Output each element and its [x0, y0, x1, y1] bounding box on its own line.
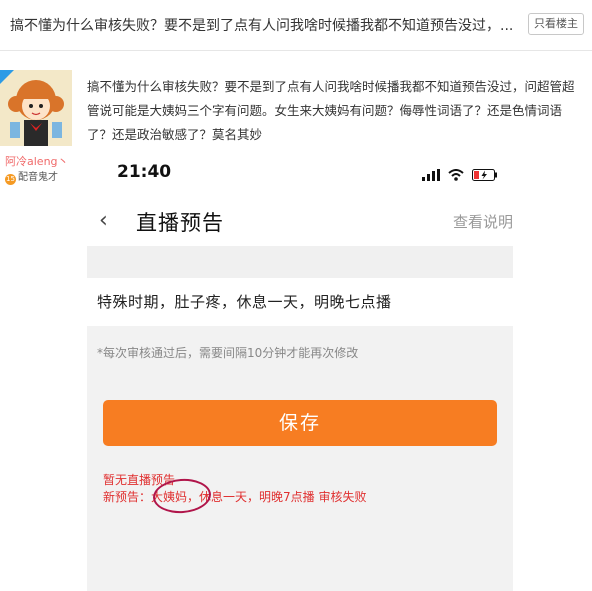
user-badge: 15 配音鬼才 [5, 168, 58, 185]
phone-screenshot: 21:40 ‹ 直播预告 查看说明 特殊时期，肚子疼，休息一天，明晚七点播 *每… [87, 150, 513, 591]
status-time: 21:40 [117, 162, 172, 182]
only-op-button[interactable]: 只看楼主 [528, 13, 584, 35]
post-body: 搞不懂为什么审核失败？要不是到了点有人问我啥时候播我都不知道预告没过，问超管超管… [87, 79, 575, 142]
save-button[interactable]: 保存 [103, 400, 497, 446]
wifi-icon [448, 168, 464, 181]
avatar-corner-marker [0, 70, 14, 84]
thread-title[interactable]: 搞不懂为什么审核失败？要不是到了点有人问我啥时候播我都不知道预告没过，... [10, 15, 525, 35]
badge-level-icon: 15 [5, 174, 16, 185]
back-chevron-icon[interactable]: ‹ [99, 208, 108, 233]
preview-input[interactable]: 特殊时期，肚子疼，休息一天，明晚七点播 [97, 291, 392, 312]
review-note: *每次审核通过后，需要间隔10分钟才能再次修改 [97, 346, 359, 360]
help-link[interactable]: 查看说明 [453, 211, 513, 232]
divider-band [87, 246, 513, 278]
status-icons [421, 164, 498, 183]
battery-low-icon [472, 168, 497, 181]
new-preview-status: 新预告：大姨妈，休息一天，明晚7点播 审核失败 [103, 490, 367, 504]
username[interactable]: 阿冷aleng丶 [5, 153, 69, 169]
page-title: 直播预告 [136, 211, 224, 235]
lower-panel [87, 326, 513, 591]
thread-header: 搞不懂为什么审核失败？要不是到了点有人问我啥时候播我都不知道预告没过，... 只… [0, 0, 592, 51]
signal-icon [421, 168, 440, 181]
avatar[interactable] [0, 70, 72, 146]
badge-label: 配音鬼才 [18, 172, 58, 183]
